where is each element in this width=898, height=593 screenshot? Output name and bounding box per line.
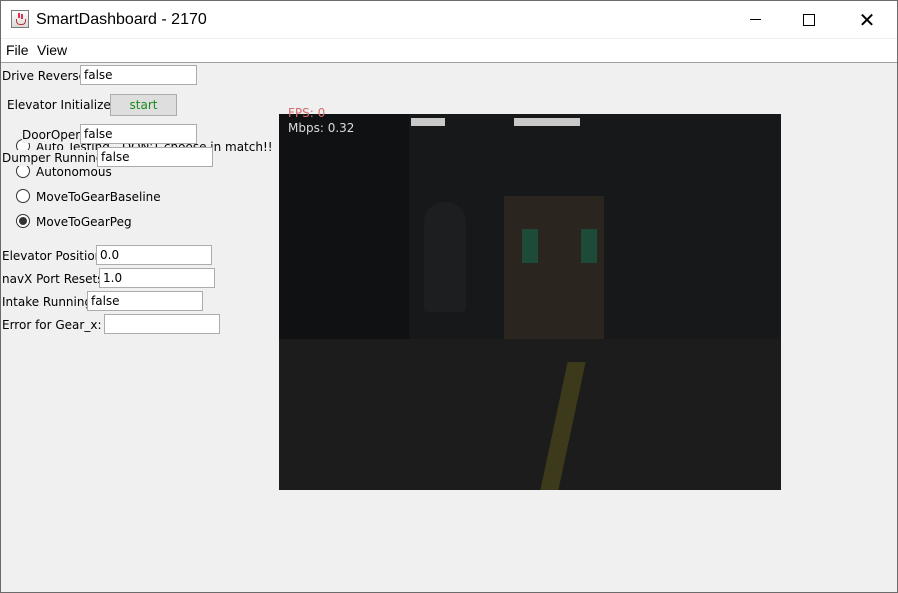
smartdashboard-window: SmartDashboard - 2170 ✕ File View Drive … bbox=[0, 0, 898, 593]
elevator-initialize-label: Elevator Initialize bbox=[7, 98, 111, 112]
camera-mbps-readout: Mbps: 0.32 bbox=[288, 121, 355, 135]
menu-bar: File View bbox=[1, 39, 897, 63]
maximize-button[interactable] bbox=[786, 1, 832, 38]
camera-ceiling-light-left bbox=[411, 118, 445, 126]
intake-running-field[interactable]: false bbox=[87, 291, 203, 311]
camera-floor-region bbox=[279, 339, 781, 490]
navx-port-resets-label: navX Port Resets bbox=[2, 272, 104, 286]
title-bar[interactable]: SmartDashboard - 2170 ✕ bbox=[1, 1, 897, 38]
dumper-running-field[interactable]: false bbox=[97, 147, 213, 167]
auto-option-radio-2[interactable] bbox=[16, 189, 30, 203]
intake-running-label: Intake Running bbox=[2, 295, 93, 309]
minimize-icon bbox=[749, 19, 761, 20]
elevator-position-field[interactable]: 0.0 bbox=[96, 245, 212, 265]
drive-reverse-label: Drive Reverse bbox=[2, 69, 87, 83]
close-icon: ✕ bbox=[858, 7, 876, 32]
error-gear-x-field[interactable] bbox=[104, 314, 220, 334]
menu-file[interactable]: File bbox=[6, 42, 29, 58]
camera-shadow-region bbox=[279, 114, 409, 374]
auto-option-label-2: MoveToGearBaseline bbox=[36, 190, 161, 204]
elevator-initialize-start-button[interactable]: start bbox=[110, 94, 177, 116]
drive-reverse-field[interactable]: false bbox=[80, 65, 197, 85]
close-button[interactable]: ✕ bbox=[844, 1, 890, 38]
auto-option-radio-3[interactable] bbox=[16, 214, 30, 228]
window-title: SmartDashboard - 2170 bbox=[36, 11, 207, 28]
elevator-position-label: Elevator Position bbox=[2, 249, 103, 263]
menu-view[interactable]: View bbox=[37, 42, 67, 58]
auto-option-label-3: MoveToGearPeg bbox=[36, 215, 132, 229]
maximize-icon bbox=[803, 13, 815, 26]
camera-door-region bbox=[504, 196, 604, 346]
camera-fps-readout: FPS: 0 bbox=[288, 106, 326, 120]
door-open-label: DoorOpen bbox=[22, 127, 83, 143]
navx-port-resets-field[interactable]: 1.0 bbox=[99, 268, 215, 288]
java-app-icon bbox=[11, 10, 29, 28]
error-gear-x-label: Error for Gear_x: bbox=[2, 318, 102, 332]
camera-green-target-right bbox=[581, 229, 597, 263]
camera-stream[interactable] bbox=[279, 114, 781, 490]
auto-option-radio-1[interactable] bbox=[16, 164, 30, 178]
dumper-running-label: Dumper Running bbox=[2, 150, 104, 166]
camera-green-target-left bbox=[522, 229, 538, 263]
camera-person-silhouette bbox=[424, 202, 466, 312]
minimize-button[interactable] bbox=[732, 1, 778, 38]
door-open-field[interactable]: false bbox=[80, 124, 197, 144]
camera-ceiling-light-right bbox=[514, 118, 580, 126]
